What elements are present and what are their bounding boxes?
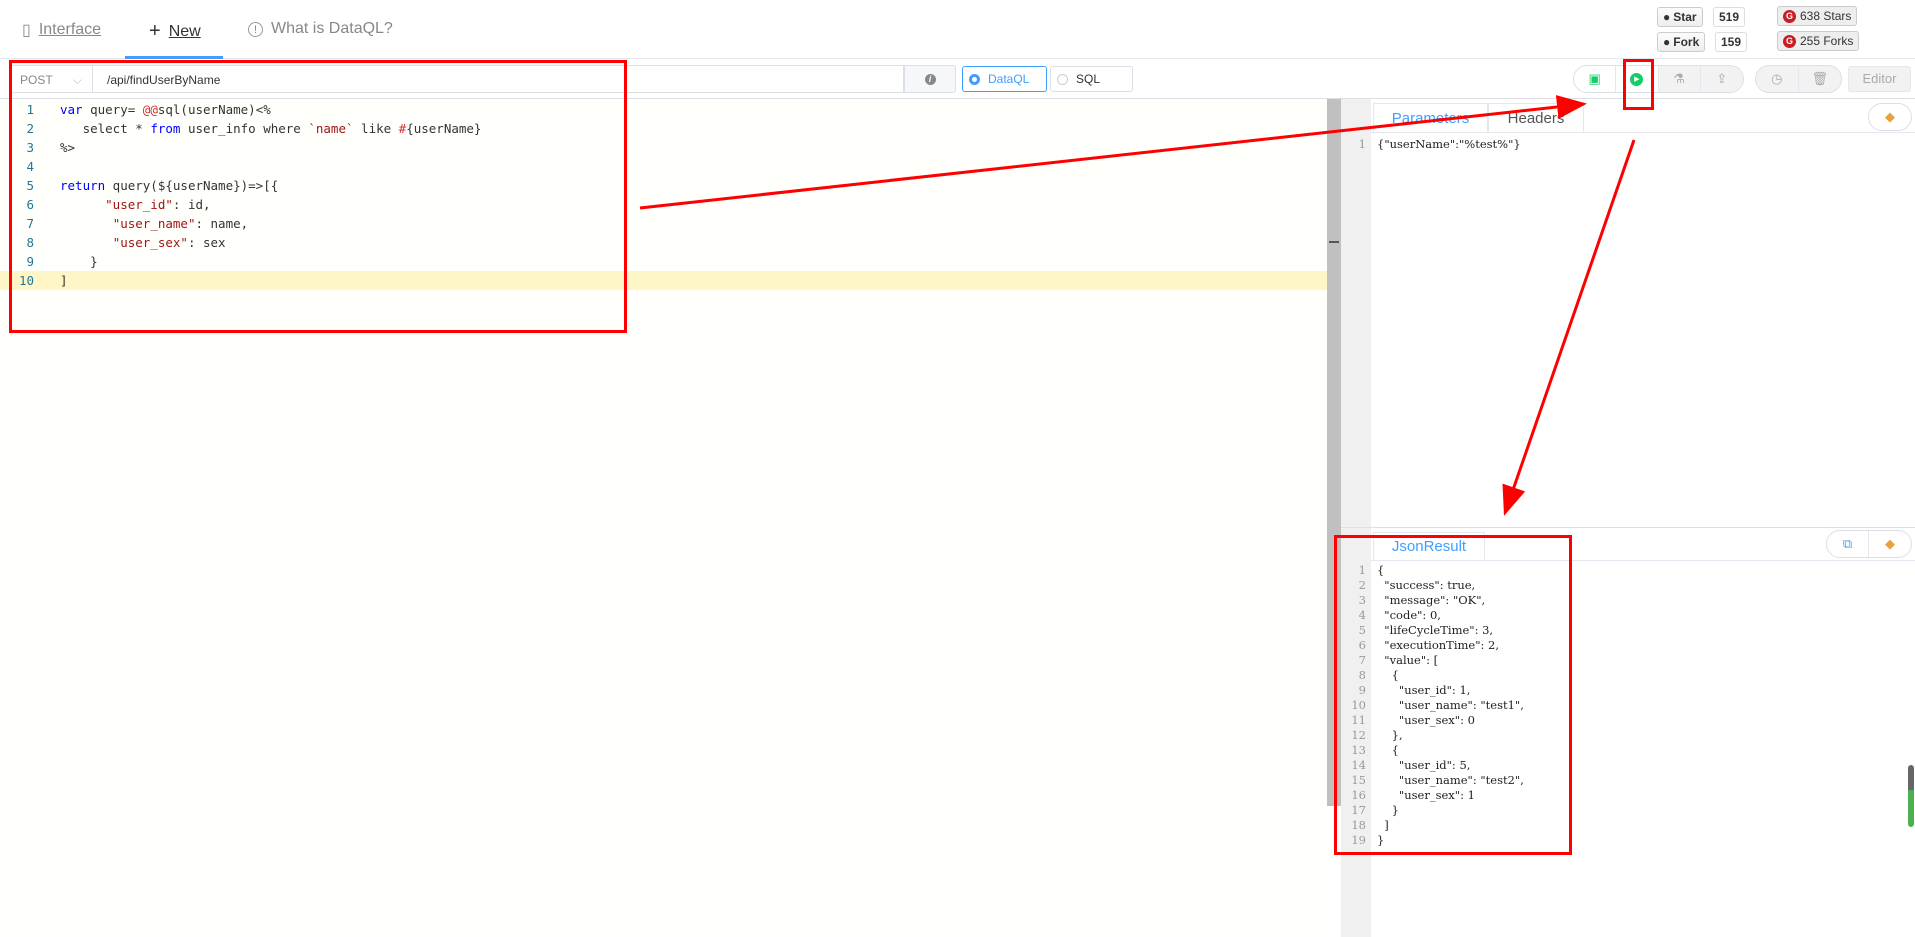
arrow-to-parameters (639, 95, 1587, 210)
annotation-arrows (639, 95, 1636, 516)
arrow-to-result (1502, 139, 1636, 516)
